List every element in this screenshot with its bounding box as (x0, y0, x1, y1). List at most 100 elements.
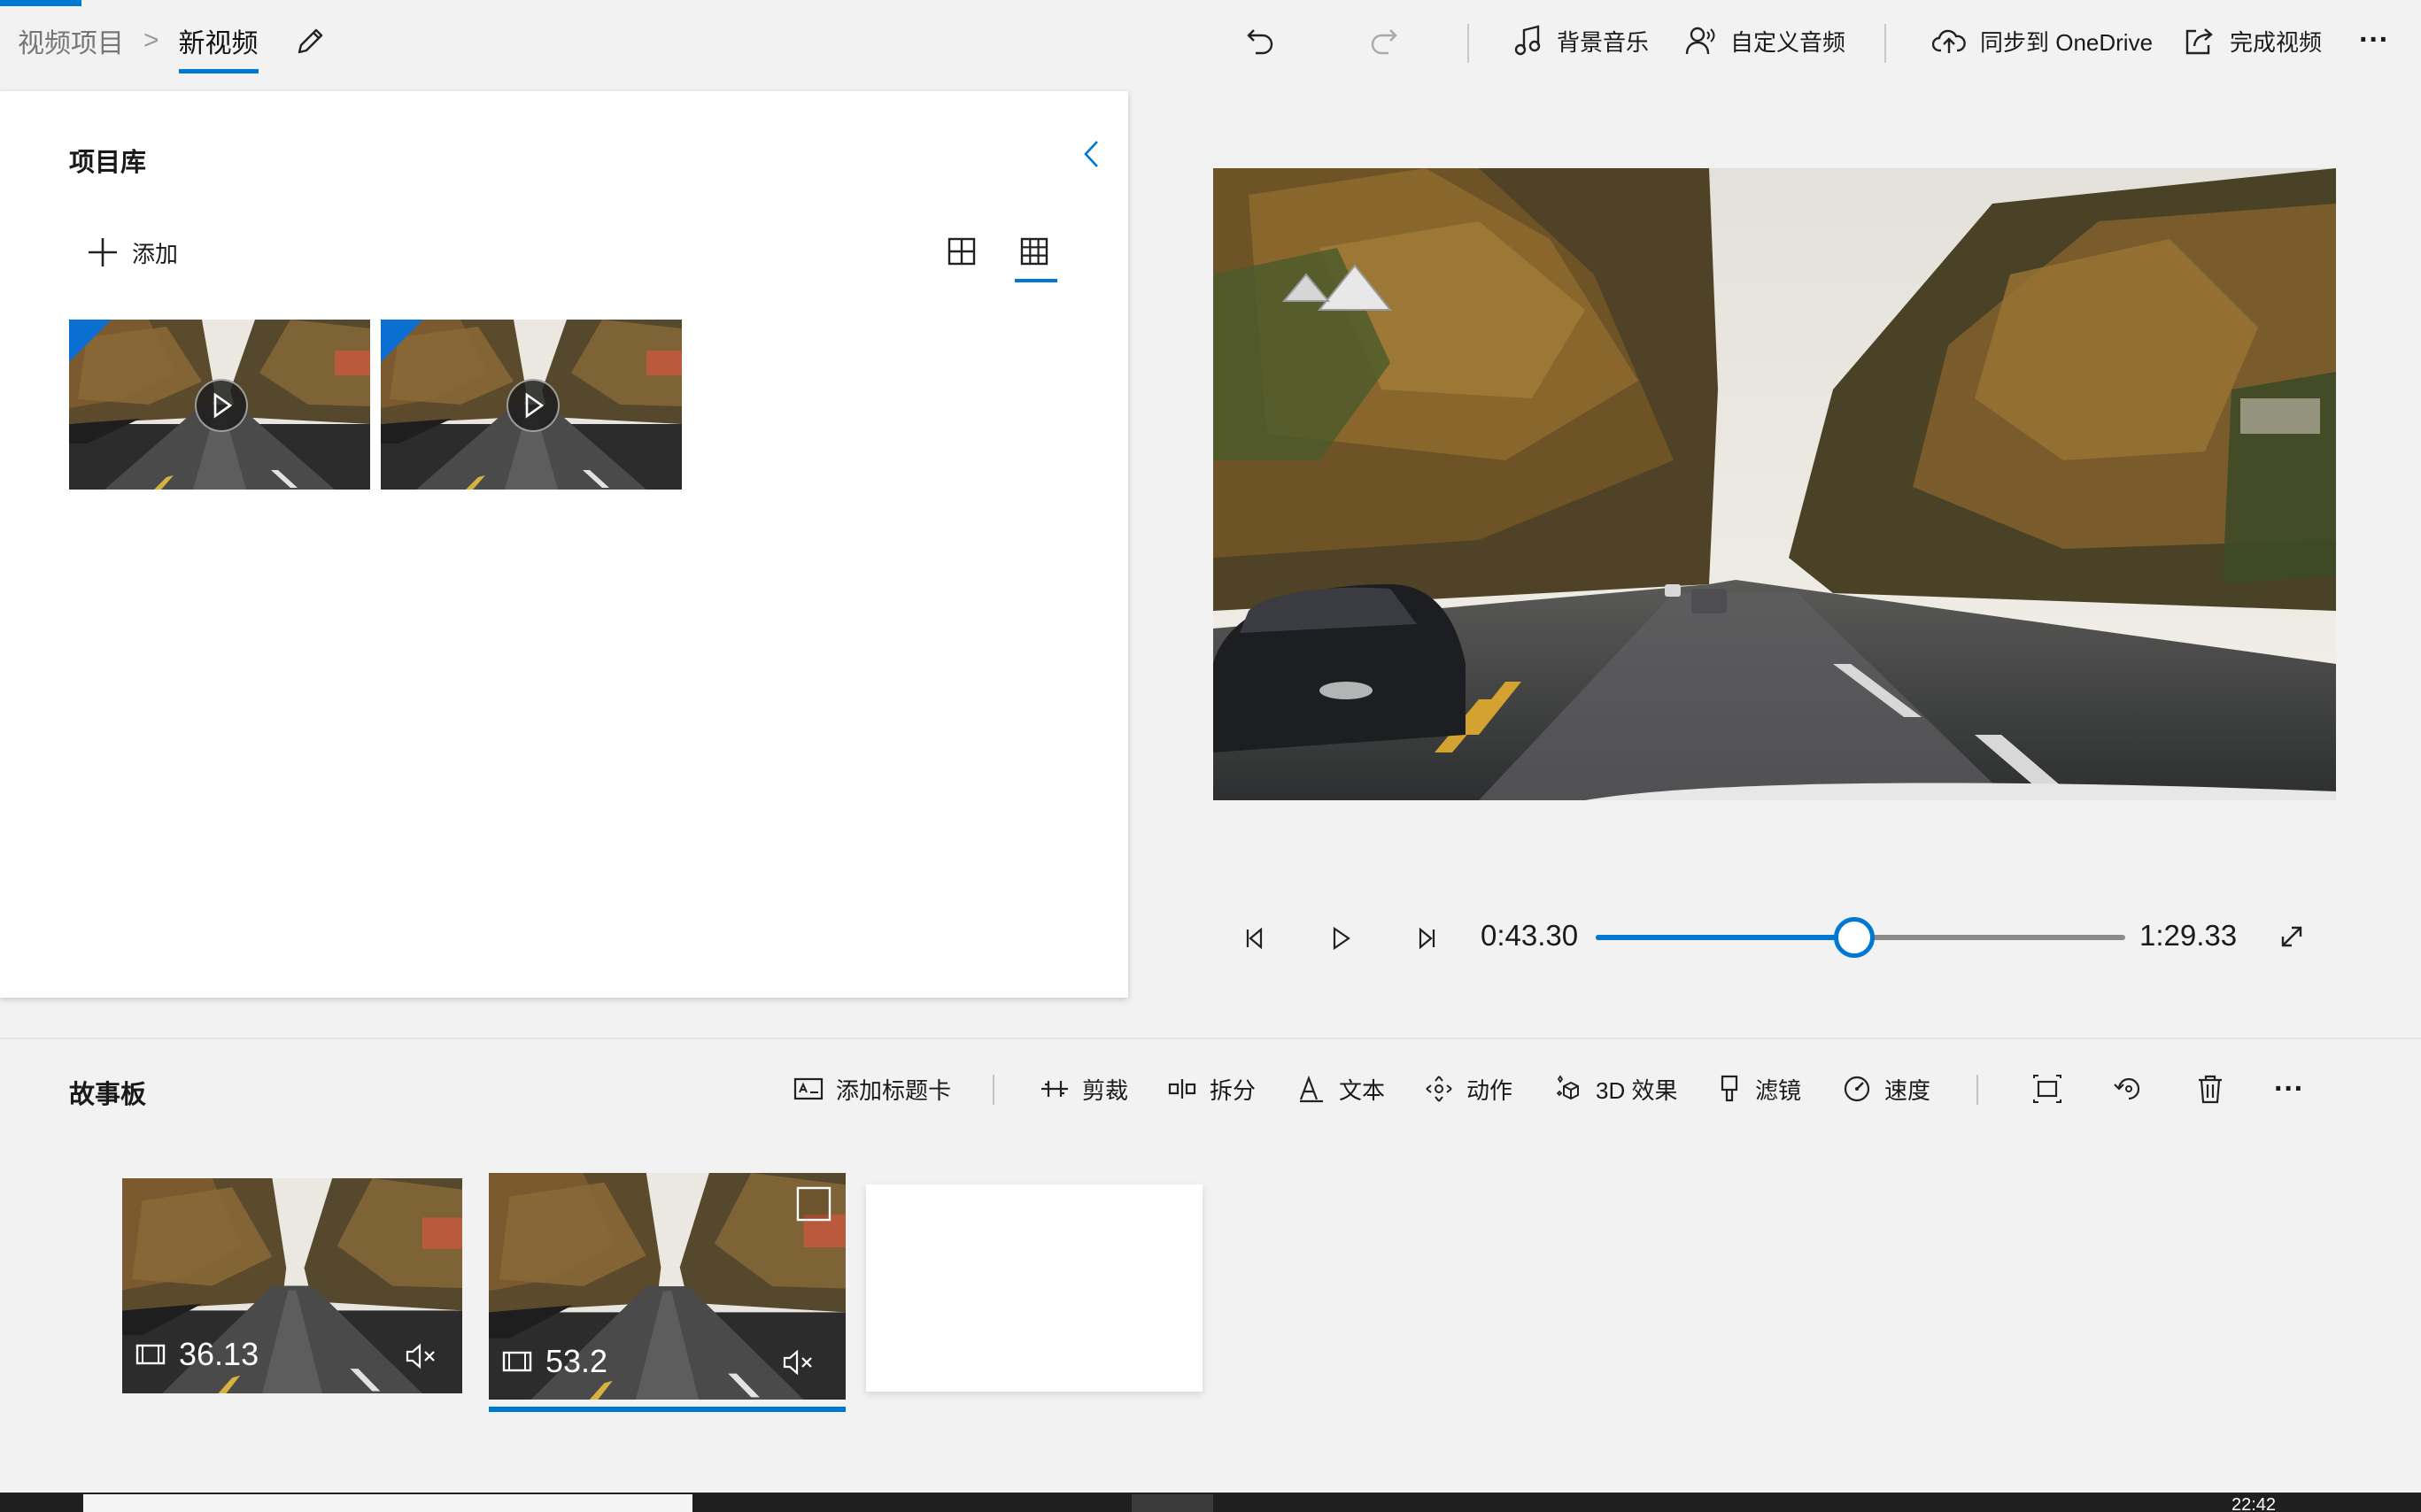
next-frame-button[interactable] (1410, 922, 1442, 954)
toolbar-separator (993, 1075, 994, 1105)
breadcrumb-video-projects[interactable]: 视频项目 (18, 21, 124, 60)
add-title-card-button[interactable]: 添加标题卡 (793, 1071, 951, 1107)
seek-bar-progress (1596, 935, 1854, 940)
toolbar-separator (1976, 1075, 1978, 1105)
more-options-button[interactable]: ··· (2359, 19, 2389, 60)
background-music-button[interactable]: 背景音乐 (1514, 23, 1649, 58)
undo-icon (1241, 21, 1280, 60)
selected-clip-indicator (489, 1407, 846, 1412)
sync-onedrive-button[interactable]: 同步到 OneDrive (1932, 23, 2153, 58)
finish-video-button[interactable]: 完成视频 (2184, 23, 2322, 58)
clip-duration: 36.13 (135, 1336, 259, 1373)
add-media-button[interactable]: 添加 (86, 235, 178, 269)
seek-bar-thumb[interactable] (1833, 917, 1875, 958)
3d-effects-icon (1553, 1074, 1583, 1104)
fullscreen-icon (2276, 921, 2308, 953)
previous-frame-button[interactable] (1240, 922, 1272, 954)
play-icon[interactable] (195, 379, 248, 432)
seek-bar[interactable] (1596, 917, 2125, 958)
motion-label: 动作 (1466, 1076, 1513, 1104)
taskbar-search-box[interactable] (83, 1494, 692, 1512)
add-title-card-label: 添加标题卡 (836, 1076, 952, 1104)
storyboard-clip-selected[interactable]: 53.2 (489, 1173, 846, 1400)
filters-label: 滤镜 (1755, 1076, 1802, 1104)
filters-button[interactable]: 滤镜 (1716, 1071, 1801, 1107)
storyboard-divider (0, 1038, 2421, 1039)
split-icon (1167, 1076, 1197, 1102)
cloud-upload-icon (1932, 27, 1966, 55)
resize-button[interactable] (2031, 1073, 2063, 1105)
speed-button[interactable]: 速度 (1842, 1071, 1930, 1107)
crop-resize-icon (2031, 1073, 2063, 1105)
not-in-project-marker (69, 320, 112, 362)
sync-onedrive-label: 同步到 OneDrive (1980, 28, 2154, 56)
video-preview[interactable] (1213, 168, 2336, 800)
speed-label: 速度 (1884, 1076, 1931, 1104)
clip-duration-value: 53.2 (545, 1343, 608, 1379)
muted-speaker-icon[interactable] (404, 1341, 439, 1371)
text-label: 文本 (1339, 1076, 1386, 1104)
add-media-label: 添加 (132, 240, 179, 267)
large-grid-view-button[interactable] (946, 235, 978, 267)
motion-button[interactable]: 动作 (1424, 1071, 1512, 1107)
split-label: 拆分 (1210, 1076, 1257, 1104)
library-video-item[interactable] (381, 320, 682, 490)
custom-audio-label: 自定义音频 (1730, 28, 1846, 56)
delete-icon (2194, 1073, 2226, 1105)
music-note-icon (1514, 25, 1543, 57)
project-library-panel (0, 91, 1128, 998)
storyboard-title: 故事板 (69, 1081, 147, 1109)
clip-duration-value: 36.13 (179, 1336, 259, 1372)
redo-button[interactable] (1364, 21, 1403, 60)
speedometer-icon (1842, 1074, 1872, 1104)
empty-clip-slot (866, 1184, 1203, 1392)
breadcrumb-current-project: 新视频 (178, 21, 259, 73)
toolbar-separator (1467, 24, 1469, 63)
breadcrumb: 视频项目 > 新视频 (18, 19, 259, 73)
trim-button[interactable]: 剪裁 (1040, 1071, 1128, 1107)
film-strip-icon (501, 1348, 533, 1375)
trim-icon (1040, 1076, 1070, 1102)
current-time: 0:43.30 (1481, 919, 1579, 952)
taskbar-active-app[interactable] (1132, 1494, 1213, 1512)
storyboard-more-label: ··· (2274, 1071, 2304, 1106)
delete-button[interactable] (2194, 1073, 2226, 1105)
paint-brush-icon (1716, 1074, 1743, 1104)
3d-effects-label: 3D 效果 (1596, 1076, 1678, 1104)
play-button[interactable] (1325, 922, 1357, 954)
finish-video-label: 完成视频 (2230, 28, 2323, 56)
preview-frame-image (1213, 168, 2336, 800)
pencil-icon[interactable] (292, 24, 328, 59)
fullscreen-button[interactable] (2276, 921, 2308, 953)
toolbar-separator (1884, 24, 1886, 63)
storyboard-more-button[interactable]: ··· (2274, 1069, 2304, 1108)
play-icon[interactable] (507, 379, 560, 432)
clip-select-checkbox[interactable] (795, 1185, 832, 1223)
not-in-project-marker (381, 320, 423, 362)
collapse-library-button[interactable] (1075, 136, 1110, 172)
breadcrumb-separator: > (143, 26, 159, 55)
project-library-title: 项目库 (69, 149, 147, 177)
large-grid-icon (946, 235, 978, 267)
3d-effects-button[interactable]: 3D 效果 (1553, 1071, 1677, 1107)
taskbar-clock: 22:42 (2231, 1496, 2277, 1512)
film-strip-icon (135, 1341, 166, 1368)
text-button[interactable]: 文本 (1296, 1071, 1385, 1107)
small-grid-view-button[interactable] (1018, 235, 1050, 267)
selected-view-indicator (1015, 279, 1057, 282)
split-button[interactable]: 拆分 (1167, 1071, 1256, 1107)
background-music-label: 背景音乐 (1557, 28, 1650, 56)
rotate-icon (2113, 1073, 2145, 1105)
previous-frame-icon (1240, 922, 1272, 954)
clip-duration: 53.2 (501, 1343, 607, 1380)
storyboard-clip[interactable]: 36.13 (122, 1178, 462, 1393)
text-icon (1296, 1075, 1327, 1103)
rotate-button[interactable] (2113, 1073, 2145, 1105)
undo-button[interactable] (1241, 21, 1280, 60)
motion-icon (1424, 1074, 1454, 1104)
loading-accent-bar (0, 0, 81, 6)
library-video-item[interactable] (69, 320, 370, 490)
custom-audio-button[interactable]: 自定义音频 (1684, 23, 1845, 58)
muted-speaker-icon[interactable] (781, 1347, 816, 1377)
more-options-label: ··· (2359, 22, 2389, 57)
